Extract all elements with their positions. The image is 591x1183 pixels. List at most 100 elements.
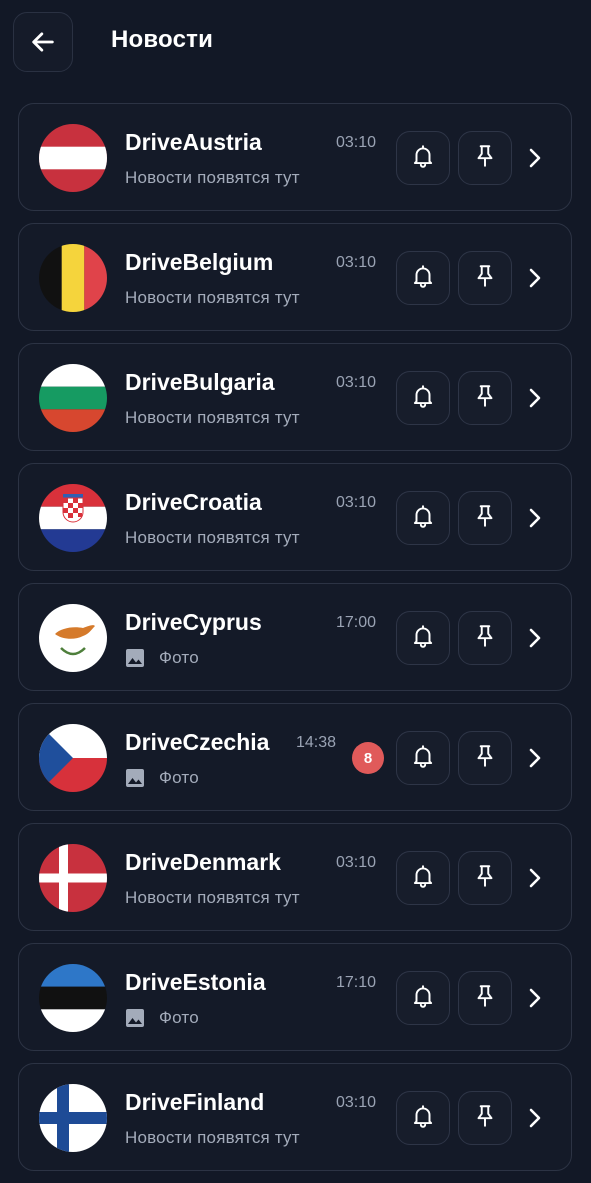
channel-preview-text: Новости появятся тут	[125, 408, 300, 427]
bell-icon	[410, 383, 436, 414]
notify-button[interactable]	[396, 611, 450, 665]
bell-icon	[410, 743, 436, 774]
channel-preview-text: Фото	[159, 648, 199, 667]
pin-button[interactable]	[458, 131, 512, 185]
pin-button[interactable]	[458, 851, 512, 905]
channel-preview-text: Новости появятся тут	[125, 1128, 300, 1147]
notify-button[interactable]	[396, 371, 450, 425]
channel-card[interactable]: DriveCyprus 17:00 Фото	[18, 583, 572, 691]
channel-card[interactable]: DriveDenmark 03:10 Новости появятся тут	[18, 823, 572, 931]
estonia-flag-avatar	[39, 964, 107, 1032]
notify-button[interactable]	[396, 1091, 450, 1145]
bell-icon	[410, 503, 436, 534]
chevron-right-icon[interactable]	[522, 1103, 548, 1133]
bell-icon	[410, 623, 436, 654]
channel-preview-text: Фото	[159, 1008, 199, 1027]
channel-time: 03:10	[336, 494, 377, 511]
pin-icon	[472, 743, 498, 774]
channel-time: 03:10	[336, 1094, 377, 1111]
chevron-right-icon[interactable]	[522, 983, 548, 1013]
chevron-right-icon[interactable]	[522, 743, 548, 773]
channel-name: DriveCyprus	[125, 609, 262, 635]
channel-card[interactable]: DriveCzechia 14:38 Фото 8	[18, 703, 572, 811]
channel-name: DriveDenmark	[125, 849, 281, 875]
channel-preview: Фото	[125, 768, 199, 788]
channel-preview-text: Новости появятся тут	[125, 288, 300, 307]
channel-preview-text: Новости появятся тут	[125, 888, 300, 907]
denmark-flag-avatar	[39, 844, 107, 912]
pin-icon	[472, 623, 498, 654]
channel-name: DriveFinland	[125, 1089, 265, 1115]
channel-name: DriveBelgium	[125, 249, 274, 275]
notify-button[interactable]	[396, 491, 450, 545]
channel-card[interactable]: DriveFinland 03:10 Новости появятся тут	[18, 1063, 572, 1171]
channel-card[interactable]: DriveBulgaria 03:10 Новости появятся тут	[18, 343, 572, 451]
notify-button[interactable]	[396, 851, 450, 905]
channel-preview: Новости появятся тут	[125, 168, 300, 188]
channel-time: 03:10	[336, 854, 377, 871]
notify-button[interactable]	[396, 731, 450, 785]
bell-icon	[410, 263, 436, 294]
channel-preview-text: Фото	[159, 768, 199, 787]
back-button[interactable]	[13, 12, 73, 72]
bell-icon	[410, 1103, 436, 1134]
unread-badge: 8	[352, 742, 384, 774]
channel-list: DriveAustria 03:10 Новости появятся тут Dri…	[18, 103, 572, 1183]
pin-button[interactable]	[458, 1091, 512, 1145]
pin-button[interactable]	[458, 731, 512, 785]
channel-preview: Новости появятся тут	[125, 408, 300, 428]
page-title: Новости	[111, 26, 214, 53]
channel-name: DriveBulgaria	[125, 369, 275, 395]
finland-flag-avatar	[39, 1084, 107, 1152]
channel-time: 03:10	[336, 374, 377, 391]
channel-preview: Фото	[125, 1008, 199, 1028]
pin-button[interactable]	[458, 491, 512, 545]
chevron-right-icon[interactable]	[522, 383, 548, 413]
channel-preview: Новости появятся тут	[125, 528, 300, 548]
pin-icon	[472, 503, 498, 534]
channel-preview: Новости появятся тут	[125, 1128, 300, 1148]
notify-button[interactable]	[396, 131, 450, 185]
channel-time: 03:10	[336, 254, 377, 271]
croatia-flag-avatar	[39, 484, 107, 552]
bulgaria-flag-avatar	[39, 364, 107, 432]
bell-icon	[410, 143, 436, 174]
channel-preview: Новости появятся тут	[125, 288, 300, 308]
belgium-flag-avatar	[39, 244, 107, 312]
pin-button[interactable]	[458, 371, 512, 425]
channel-preview-text: Новости появятся тут	[125, 168, 300, 187]
channel-time: 14:38	[296, 734, 337, 751]
image-icon	[125, 1008, 145, 1028]
pin-icon	[472, 263, 498, 294]
chevron-right-icon[interactable]	[522, 863, 548, 893]
bell-icon	[410, 983, 436, 1014]
channel-card[interactable]: DriveEstonia 17:10 Фото	[18, 943, 572, 1051]
bell-icon	[410, 863, 436, 894]
pin-button[interactable]	[458, 611, 512, 665]
channel-name: DriveAustria	[125, 129, 262, 155]
chevron-right-icon[interactable]	[522, 143, 548, 173]
channel-time: 17:00	[336, 614, 377, 631]
channel-time: 03:10	[336, 134, 377, 151]
notify-button[interactable]	[396, 971, 450, 1025]
chevron-right-icon[interactable]	[522, 503, 548, 533]
arrow-left-icon	[32, 32, 54, 52]
channel-preview-text: Новости появятся тут	[125, 528, 300, 547]
channel-preview: Новости появятся тут	[125, 888, 300, 908]
channel-card[interactable]: DriveCroatia 03:10 Новости появятся тут	[18, 463, 572, 571]
channel-name: DriveCroatia	[125, 489, 262, 515]
pin-icon	[472, 983, 498, 1014]
pin-icon	[472, 863, 498, 894]
channel-card[interactable]: DriveBelgium 03:10 Новости появятся тут	[18, 223, 572, 331]
channel-time: 17:10	[336, 974, 377, 991]
notify-button[interactable]	[396, 251, 450, 305]
channel-preview: Фото	[125, 648, 199, 668]
top-bar: Новости	[0, 0, 591, 88]
chevron-right-icon[interactable]	[522, 263, 548, 293]
chevron-right-icon[interactable]	[522, 623, 548, 653]
austria-flag-avatar	[39, 124, 107, 192]
channel-card[interactable]: DriveAustria 03:10 Новости появятся тут	[18, 103, 572, 211]
pin-button[interactable]	[458, 971, 512, 1025]
pin-icon	[472, 383, 498, 414]
pin-button[interactable]	[458, 251, 512, 305]
